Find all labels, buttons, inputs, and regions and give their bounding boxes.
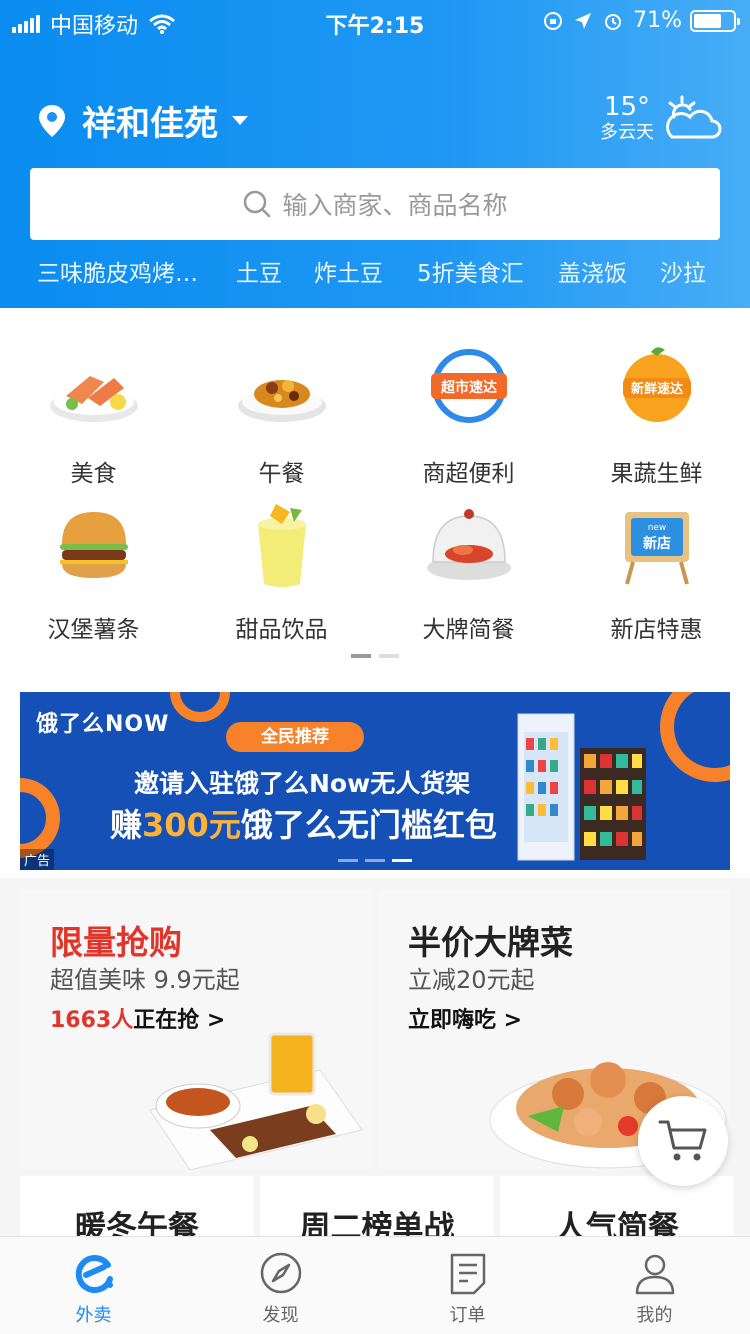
ad-label: 广告 [20,849,55,870]
tab-label: 外卖 [75,1305,112,1326]
meal-tray-image [149,1032,363,1170]
category-grid: 美食 午餐 超市速达 商超便利 新鲜速达 果蔬生鲜 汉堡薯条 甜品饮品 大牌简餐… [0,308,750,678]
now-logo: 饿了么NOW [36,712,170,737]
hot-word[interactable]: 盖浇饭 [558,254,627,288]
fresh-express-icon: 新鲜速达 [622,347,691,422]
hot-word[interactable]: 土豆 [236,254,282,288]
half-price-title: 半价大牌菜 [408,923,573,962]
category-drinks[interactable]: 甜品饮品 [188,498,375,644]
pager-dot-active [392,859,412,862]
category-label: 午餐 [258,461,305,487]
rice-bowl-icon [237,380,326,422]
new-store-small-text: new [647,523,666,533]
banner-pager [338,859,419,862]
location-pin-icon [39,104,65,137]
hot-word[interactable]: 5折美食汇 [417,254,524,288]
promo-tag: 全民推荐 [226,722,364,752]
tab-label: 发现 [262,1305,299,1326]
rotation-lock-icon [544,11,563,30]
category-label: 美食 [70,461,117,487]
alarm-icon [605,13,622,30]
tab-orders[interactable]: 订单 [374,1237,561,1334]
battery-icon [690,9,740,32]
category-supermarket[interactable]: 超市速达 商超便利 [375,342,562,488]
category-brand-meals[interactable]: 大牌简餐 [375,498,562,644]
location-arrow-icon [575,12,592,29]
hot-search-words: 三味脆皮鸡烤… 土豆 炸土豆 5折美食汇 盖浇饭 沙拉 [0,254,750,290]
compass-icon [260,1252,301,1294]
header: 中国移动 下午2:15 71% 祥和佳苑 15° 多云天 输入商家、商品名称 三… [0,0,750,308]
salmon-dish-icon [49,376,138,422]
hot-word[interactable]: 炸土豆 [314,254,383,288]
category-burger[interactable]: 汉堡薯条 [0,498,187,644]
weather-temp: 15° [603,92,651,122]
category-label: 汉堡薯条 [47,617,140,643]
category-food[interactable]: 美食 [0,342,187,488]
category-label: 商超便利 [422,461,515,487]
battery-percent: 71% [633,8,682,33]
category-fresh[interactable]: 新鲜速达 果蔬生鲜 [563,342,750,488]
supermarket-express-icon: 超市速达 [430,349,507,423]
pager-dot [365,859,385,862]
tab-discover[interactable]: 发现 [187,1237,374,1334]
search-input[interactable]: 输入商家、商品名称 [30,168,720,240]
cart-icon [658,1120,707,1161]
decor-ring [660,692,730,782]
category-new-store[interactable]: new 新店 新店特惠 [563,498,750,644]
tab-label: 我的 [636,1305,673,1326]
tab-label: 订单 [449,1305,486,1326]
vending-shelf-image [517,713,646,861]
status-bar: 中国移动 下午2:15 71% [0,0,750,40]
burger-icon [59,512,128,578]
tab-profile[interactable]: 我的 [561,1237,748,1334]
banner-suffix: 饿了么无门槛红包 [240,806,497,844]
cloche-dish-icon [426,509,511,580]
cloudy-icon [666,95,722,139]
pager-dot-active [351,654,371,658]
location-selector[interactable]: 祥和佳苑 [38,96,248,145]
category-label: 甜品饮品 [235,617,328,643]
decor-ring [20,778,60,858]
search-placeholder: 输入商家、商品名称 [282,191,508,220]
weather-desc: 多云天 [600,122,654,143]
new-store-text: 新店 [643,535,671,552]
drink-icon [257,504,306,587]
buyer-count: 1663人 [50,1008,134,1033]
banner-section: 饿了么NOW 全民推荐 邀请入驻饿了么Now无人货架 赚300元饿了么无门槛红包 [0,678,750,878]
decor-ring [170,692,230,722]
flash-sale-card[interactable]: 限量抢购 超值美味 9.9元起 1663人正在抢 > [20,890,372,1170]
category-label: 大牌简餐 [422,617,515,643]
category-label: 果蔬生鲜 [610,461,703,487]
flash-sale-subtitle: 超值美味 9.9元起 [50,966,240,994]
profile-icon [635,1254,674,1295]
flash-sale-title: 限量抢购 [50,923,182,962]
search-icon [244,190,271,218]
category-label: 新店特惠 [610,617,703,643]
ad-banner[interactable]: 饿了么NOW 全民推荐 邀请入驻饿了么Now无人货架 赚300元饿了么无门槛红包 [20,692,730,870]
hot-word[interactable]: 沙拉 [660,254,706,288]
banner-amount: 300元 [142,806,241,844]
category-lunch[interactable]: 午餐 [188,342,375,488]
banner-headline: 邀请入驻饿了么Now无人货架 [134,769,471,798]
eleme-logo-icon [75,1255,113,1294]
fresh-icon-text: 新鲜速达 [630,381,682,397]
bottom-tab-bar: 外卖 发现 订单 我的 [0,1236,750,1334]
pager-dot [338,859,358,862]
banner-prefix: 赚 [110,806,143,844]
banner-subheadline: 赚300元饿了么无门槛红包 [110,800,497,846]
category-pager [351,654,407,658]
caret-down-icon [232,116,248,125]
order-list-icon [450,1253,485,1295]
half-price-cta: 立即嗨吃 > [408,1008,523,1033]
supermarket-icon-text: 超市速达 [440,379,497,396]
half-price-subtitle: 立减20元起 [408,966,535,994]
cart-button[interactable] [638,1096,728,1186]
tab-takeout[interactable]: 外卖 [0,1237,187,1334]
weather-widget[interactable]: 15° 多云天 [600,92,722,144]
location-name: 祥和佳苑 [82,104,218,144]
hot-word[interactable]: 三味脆皮鸡烤… [37,254,198,288]
pager-dot [379,654,399,658]
new-store-icon: new 新店 [624,512,689,585]
